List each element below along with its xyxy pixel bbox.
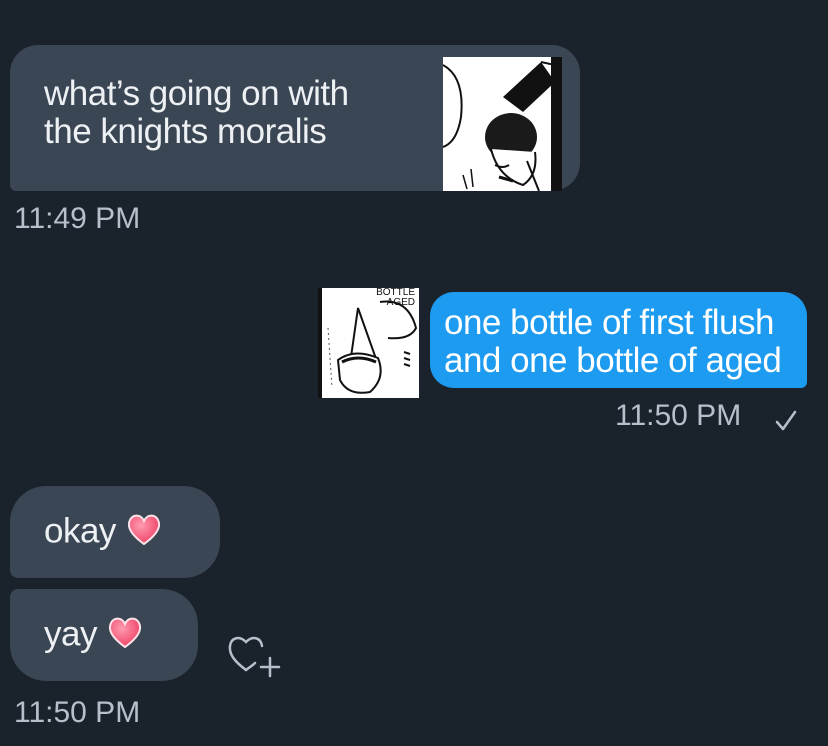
- sticker-caption-line: AGED: [386, 297, 415, 308]
- message-line: what’s going on with: [44, 74, 349, 113]
- message-bubble-incoming[interactable]: okay: [10, 486, 220, 578]
- heart-icon: [107, 615, 143, 657]
- message-line: one bottle of first flush: [444, 303, 774, 342]
- message-text: what’s going on with the knights moralis: [44, 75, 349, 151]
- message-timestamp: 11:49 PM: [14, 202, 141, 235]
- sticker-caption: BOTTLE AGED: [376, 288, 415, 308]
- sent-check-icon: [773, 408, 799, 439]
- message-timestamp: 11:50 PM: [14, 696, 141, 729]
- message-text: okay: [44, 511, 116, 551]
- message-text: yay: [44, 614, 97, 654]
- message-bubble-outgoing[interactable]: one bottle of first flush and one bottle…: [430, 292, 807, 388]
- message-text: one bottle of first flush and one bottle…: [444, 303, 782, 380]
- heart-icon: [126, 512, 162, 554]
- message-bubble-incoming[interactable]: yay: [10, 589, 198, 681]
- message-line: and one bottle of aged: [444, 341, 782, 380]
- manga-sticker-image[interactable]: BOTTLE AGED: [318, 288, 419, 398]
- message-timestamp: 11:50 PM: [615, 399, 742, 432]
- add-reaction-icon[interactable]: [226, 628, 288, 685]
- manga-sticker-drawing: [443, 57, 562, 191]
- message-line: the knights moralis: [44, 112, 327, 151]
- message-content: yay: [44, 615, 143, 657]
- manga-sticker-image[interactable]: [443, 57, 562, 191]
- message-content: okay: [44, 512, 162, 554]
